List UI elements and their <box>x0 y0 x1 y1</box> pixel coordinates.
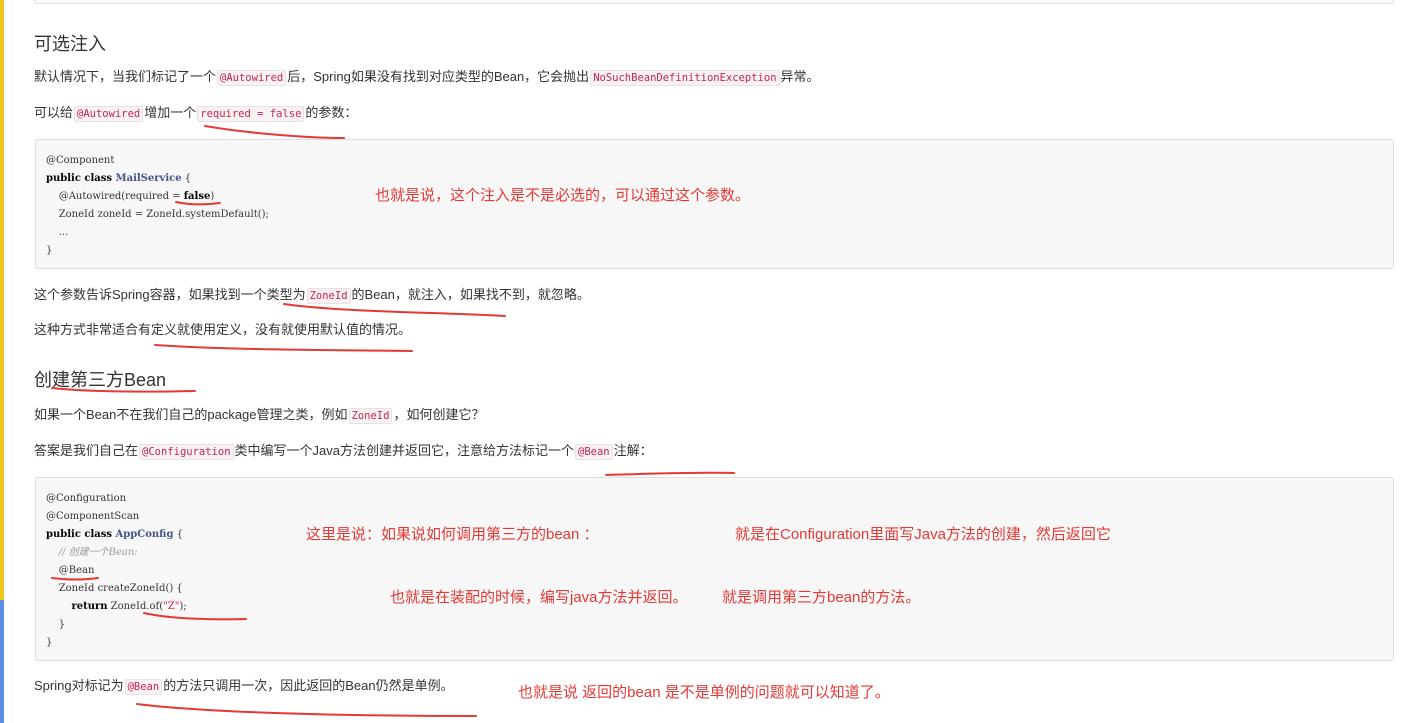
inline-code-required-false: required = false <box>197 106 305 122</box>
code-line: @ComponentScan <box>46 511 140 522</box>
code-line: @Bean <box>46 565 95 576</box>
underline-mark <box>283 303 506 317</box>
paragraph-param-explain: 这个参数告诉Spring容器，如果找到一个类型为 ZoneId 的Bean，就注入，… <box>34 286 590 305</box>
code-text: ); <box>179 601 187 612</box>
underline-mark <box>605 471 735 476</box>
annotation-note: 也就是说 返回的bean 是不是单例的问题就可以知道了。 <box>518 684 890 701</box>
text: 后，Spring如果没有找到对应类型的Bean，它会抛出 <box>287 69 590 84</box>
paragraph-singleton: Spring对标记为 @Bean 的方法只调用一次，因此返回的Bean仍然是单例。 <box>34 677 454 696</box>
inline-code-bean: @Bean <box>575 444 613 460</box>
text: 的参数： <box>305 105 358 120</box>
code-line: } <box>46 619 66 630</box>
text: 的方法只调用一次，因此返回的Bean仍然是单例。 <box>163 678 454 693</box>
code-line: public class MailService { <box>46 170 269 188</box>
inline-code-zoneid: ZoneId <box>348 408 393 424</box>
code-text: ) <box>210 191 215 202</box>
left-accent-bar-lower <box>0 600 4 723</box>
code-content: @Component public class MailService { @Au… <box>46 152 269 260</box>
code-block-appconfig[interactable]: @Configuration @ComponentScan public class… <box>35 477 1394 661</box>
code-keyword: public class <box>46 173 116 184</box>
paragraph-question: 如果一个Bean不在我们自己的package管理之类，例如 ZoneId ，如何创建… <box>34 406 484 425</box>
text: ，如何创建它？ <box>393 407 485 422</box>
code-comment: // 创建一个Bean: <box>46 547 138 558</box>
section-title-optional-injection: 可选注入 <box>34 34 106 54</box>
text: Spring对标记为 <box>34 678 124 693</box>
code-line: ... <box>46 227 69 238</box>
code-line: @Component <box>46 155 115 166</box>
annotation-note: 就是在Configuration里面写Java方法的创建，然后返回它 <box>735 526 1111 543</box>
text: 默认情况下，当我们标记了一个 <box>34 69 217 84</box>
inline-code-configuration: @Configuration <box>139 444 234 460</box>
text: 答案是我们自己在 <box>34 443 139 458</box>
code-line: ZoneId createZoneId() { <box>46 583 183 594</box>
text: 的Bean，就注入，如果找不到，就忽略。 <box>351 287 590 302</box>
code-line: @Configuration <box>46 493 127 504</box>
code-line: return ZoneId.of("Z"); <box>46 598 187 616</box>
underline-mark <box>204 125 345 139</box>
code-text: @Autowired(required = <box>46 191 184 202</box>
inline-code-autowired: @Autowired <box>217 70 287 86</box>
section-title-third-party-bean: 创建第三方Bean <box>34 370 167 390</box>
annotation-note: 也就是在装配的时候，编写java方法并返回。 <box>390 589 688 606</box>
code-line: ZoneId zoneId = ZoneId.systemDefault(); <box>46 209 269 220</box>
text: 可以给 <box>34 105 74 120</box>
code-line: @Autowired(required = false) <box>46 188 269 206</box>
annotation-note: 这里是说：如果说如何调用第三方的bean ： <box>306 526 599 543</box>
annotation-note: 就是调用第三方bean的方法。 <box>722 589 921 606</box>
inline-code-bean: @Bean <box>124 679 163 695</box>
underline-mark <box>136 703 477 717</box>
text: 增加一个 <box>144 105 197 120</box>
annotation-note: 也就是说，这个注入是不是必选的，可以通过这个参数。 <box>375 187 751 204</box>
text: 这个参数告诉Spring容器，如果找到一个类型为 <box>34 287 306 302</box>
code-text: { <box>181 173 192 184</box>
text: 类中编写一个Java方法创建并返回它，注意给方法标记一个 <box>234 443 574 458</box>
code-line: } <box>46 637 53 648</box>
underline-mark <box>154 344 413 352</box>
inline-code-exception: NoSuchBeanDefinitionException <box>590 70 780 86</box>
code-class-name: MailService <box>115 173 182 184</box>
code-text: { <box>173 529 183 540</box>
paragraph-required-false: 可以给 @Autowired 增加一个 required = false 的参数： <box>34 104 357 123</box>
paragraph-default-behavior: 默认情况下，当我们标记了一个 @Autowired 后，Spring如果没有找到对应… <box>34 68 820 87</box>
previous-code-block-edge <box>34 0 1394 4</box>
code-line: } <box>46 245 53 256</box>
code-text: ZoneId.of( <box>107 601 164 612</box>
code-keyword: return <box>71 601 108 612</box>
text: 注解： <box>613 443 653 458</box>
code-class-name: AppConfig <box>115 529 174 540</box>
inline-code-zoneid: ZoneId <box>306 288 351 304</box>
paragraph-answer: 答案是我们自己在 @Configuration 类中编写一个Java方法创建并返回它… <box>34 442 653 461</box>
code-string: "Z" <box>163 601 180 612</box>
paragraph-use-case: 这种方式非常适合有定义就使用定义，没有就使用默认值的情况。 <box>34 322 412 337</box>
code-keyword: public class <box>46 529 116 540</box>
code-keyword: false <box>183 191 211 202</box>
text: 如果一个Bean不在我们自己的package管理之类，例如 <box>34 407 348 422</box>
code-line: public class AppConfig { <box>46 526 187 544</box>
text: 异常。 <box>780 69 820 84</box>
inline-code-autowired: @Autowired <box>74 106 144 122</box>
code-content: @Configuration @ComponentScan public class… <box>46 490 187 652</box>
